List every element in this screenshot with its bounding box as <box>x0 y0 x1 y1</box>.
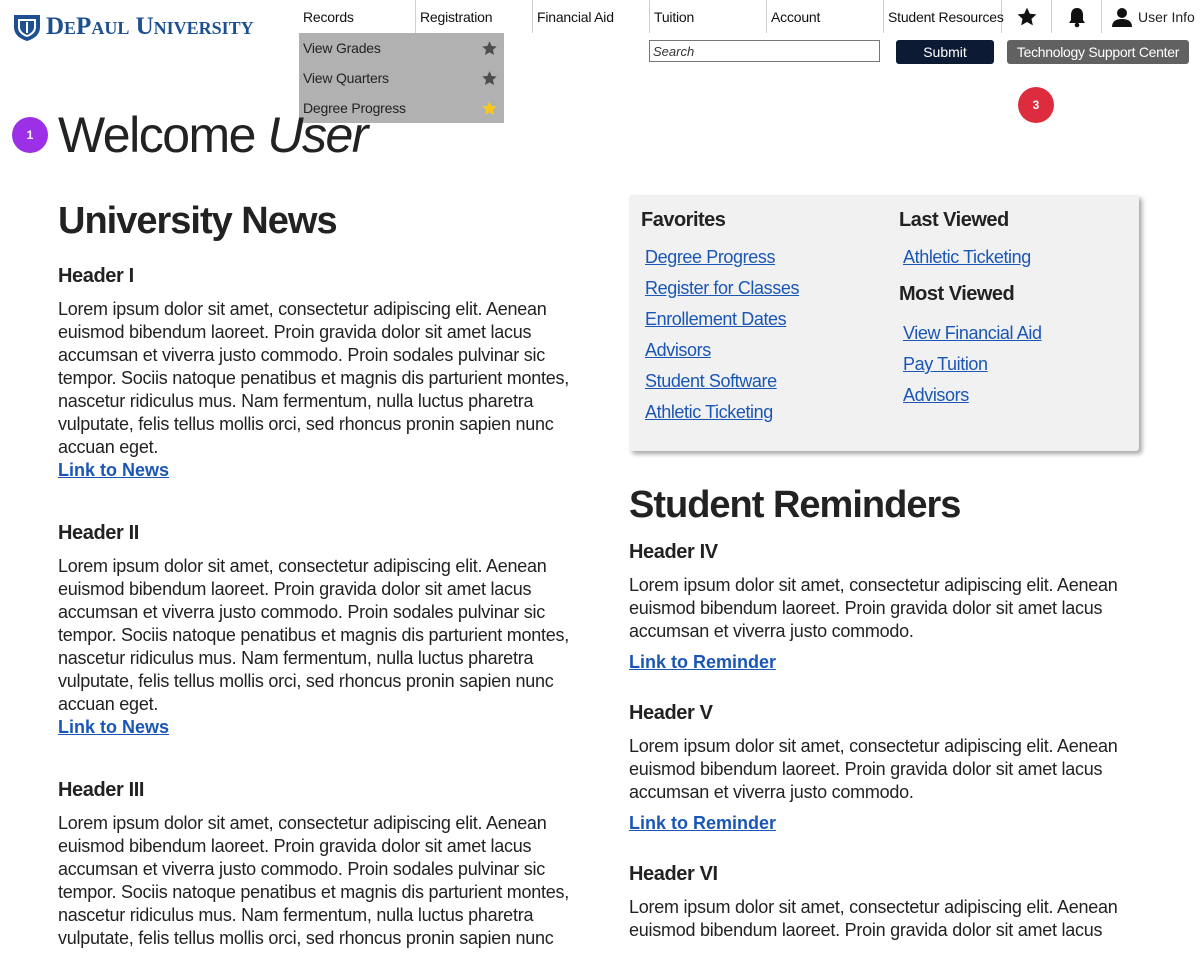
menu-item-view-grades[interactable]: View Grades <box>299 33 504 63</box>
welcome-prefix: Welcome <box>58 107 256 163</box>
most-viewed-list: View Financial Aid Pay Tuition Advisors <box>899 318 1042 411</box>
last-viewed-link[interactable]: Athletic Ticketing <box>903 242 1042 273</box>
news-link[interactable]: Link to News <box>58 459 603 482</box>
news-item: Header III Lorem ipsum dolor sit amet, c… <box>58 779 603 950</box>
news-body: Lorem ipsum dolor sit amet, consectetur … <box>58 556 570 714</box>
welcome-user-name: User <box>267 107 368 163</box>
favorite-link[interactable]: Register for Classes <box>645 273 799 304</box>
news-header: Header III <box>58 779 145 801</box>
reminder-header: Header V <box>629 702 713 724</box>
nav-financial-aid[interactable]: Financial Aid <box>533 0 650 33</box>
nav-registration[interactable]: Registration <box>416 0 533 33</box>
reminder-body: Lorem ipsum dolor sit amet, consectetur … <box>629 736 1118 802</box>
menu-item-label: View Quarters <box>303 70 389 86</box>
university-news-section: University News Header I Lorem ipsum dol… <box>58 200 603 950</box>
user-info-button[interactable]: User Info <box>1102 0 1195 33</box>
quick-links-panel: Favorites Degree Progress Register for C… <box>629 195 1139 451</box>
nav-student-resources[interactable]: Student Resources <box>884 0 1004 33</box>
reminder-item: Header VI Lorem ipsum dolor sit amet, co… <box>629 863 1169 942</box>
menu-item-label: View Grades <box>303 40 381 56</box>
notifications-button[interactable] <box>1052 0 1102 33</box>
top-nav: Records Registration Financial Aid Tuiti… <box>299 0 1195 33</box>
reminder-link[interactable]: Link to Reminder <box>629 812 1169 835</box>
news-header: Header II <box>58 522 139 544</box>
favorites-column: Favorites Degree Progress Register for C… <box>641 209 799 428</box>
viewed-column: Last Viewed Athletic Ticketing Most View… <box>899 209 1042 411</box>
reminder-item: Header IV Lorem ipsum dolor sit amet, co… <box>629 541 1169 674</box>
star-icon[interactable] <box>481 100 498 117</box>
reminder-body: Lorem ipsum dolor sit amet, consectetur … <box>629 575 1118 641</box>
user-icon <box>1112 7 1132 27</box>
user-info-label: User Info <box>1138 8 1195 25</box>
submit-button[interactable]: Submit <box>896 40 994 64</box>
reminders-title: Student Reminders <box>629 484 961 526</box>
most-viewed-link[interactable]: Pay Tuition <box>903 349 1042 380</box>
reminder-item: Header V Lorem ipsum dolor sit amet, con… <box>629 702 1169 835</box>
technology-support-button[interactable]: Technology Support Center <box>1007 40 1189 64</box>
welcome-heading: Welcome User <box>58 106 368 164</box>
news-link[interactable]: Link to News <box>58 716 603 739</box>
favorites-star-button[interactable] <box>1002 0 1052 33</box>
reminder-body: Lorem ipsum dolor sit amet, consectetur … <box>629 897 1118 940</box>
most-viewed-title: Most Viewed <box>899 283 1015 305</box>
shield-icon <box>14 15 40 41</box>
nav-tuition[interactable]: Tuition <box>650 0 767 33</box>
nav-account[interactable]: Account <box>767 0 884 33</box>
news-title: University News <box>58 200 338 242</box>
favorites-title: Favorites <box>641 209 726 231</box>
favorites-list: Degree Progress Register for Classes Enr… <box>641 242 799 428</box>
depaul-logo[interactable]: DePaul University <box>12 12 254 42</box>
reminder-header: Header VI <box>629 863 718 885</box>
most-viewed-link[interactable]: Advisors <box>903 380 1042 411</box>
search-input[interactable] <box>649 40 880 62</box>
star-icon <box>1017 7 1036 25</box>
bell-icon <box>1068 7 1085 27</box>
news-header: Header I <box>58 265 134 287</box>
last-viewed-list: Athletic Ticketing <box>899 242 1042 273</box>
most-viewed-link[interactable]: View Financial Aid <box>903 318 1042 349</box>
step-badge-1: 1 <box>12 117 48 153</box>
news-body: Lorem ipsum dolor sit amet, consectetur … <box>58 299 570 457</box>
logo-text: DePaul University <box>46 13 254 40</box>
favorite-link[interactable]: Enrollement Dates <box>645 304 799 335</box>
star-icon[interactable] <box>481 70 498 87</box>
last-viewed-title: Last Viewed <box>899 209 1009 231</box>
nav-records[interactable]: Records <box>299 0 416 33</box>
reminder-header: Header IV <box>629 541 718 563</box>
reminder-link[interactable]: Link to Reminder <box>629 651 1169 674</box>
news-item: Header II Lorem ipsum dolor sit amet, co… <box>58 522 603 739</box>
step-badge-3: 3 <box>1018 87 1054 123</box>
star-icon[interactable] <box>481 40 498 57</box>
student-reminders-section: Student Reminders Header IV Lorem ipsum … <box>629 484 1169 942</box>
news-body: Lorem ipsum dolor sit amet, consectetur … <box>58 813 570 948</box>
news-item: Header I Lorem ipsum dolor sit amet, con… <box>58 265 603 482</box>
favorite-link[interactable]: Degree Progress <box>645 242 799 273</box>
menu-item-view-quarters[interactable]: View Quarters <box>299 63 504 93</box>
favorite-link[interactable]: Athletic Ticketing <box>645 397 799 428</box>
favorite-link[interactable]: Advisors <box>645 335 799 366</box>
favorite-link[interactable]: Student Software <box>645 366 799 397</box>
